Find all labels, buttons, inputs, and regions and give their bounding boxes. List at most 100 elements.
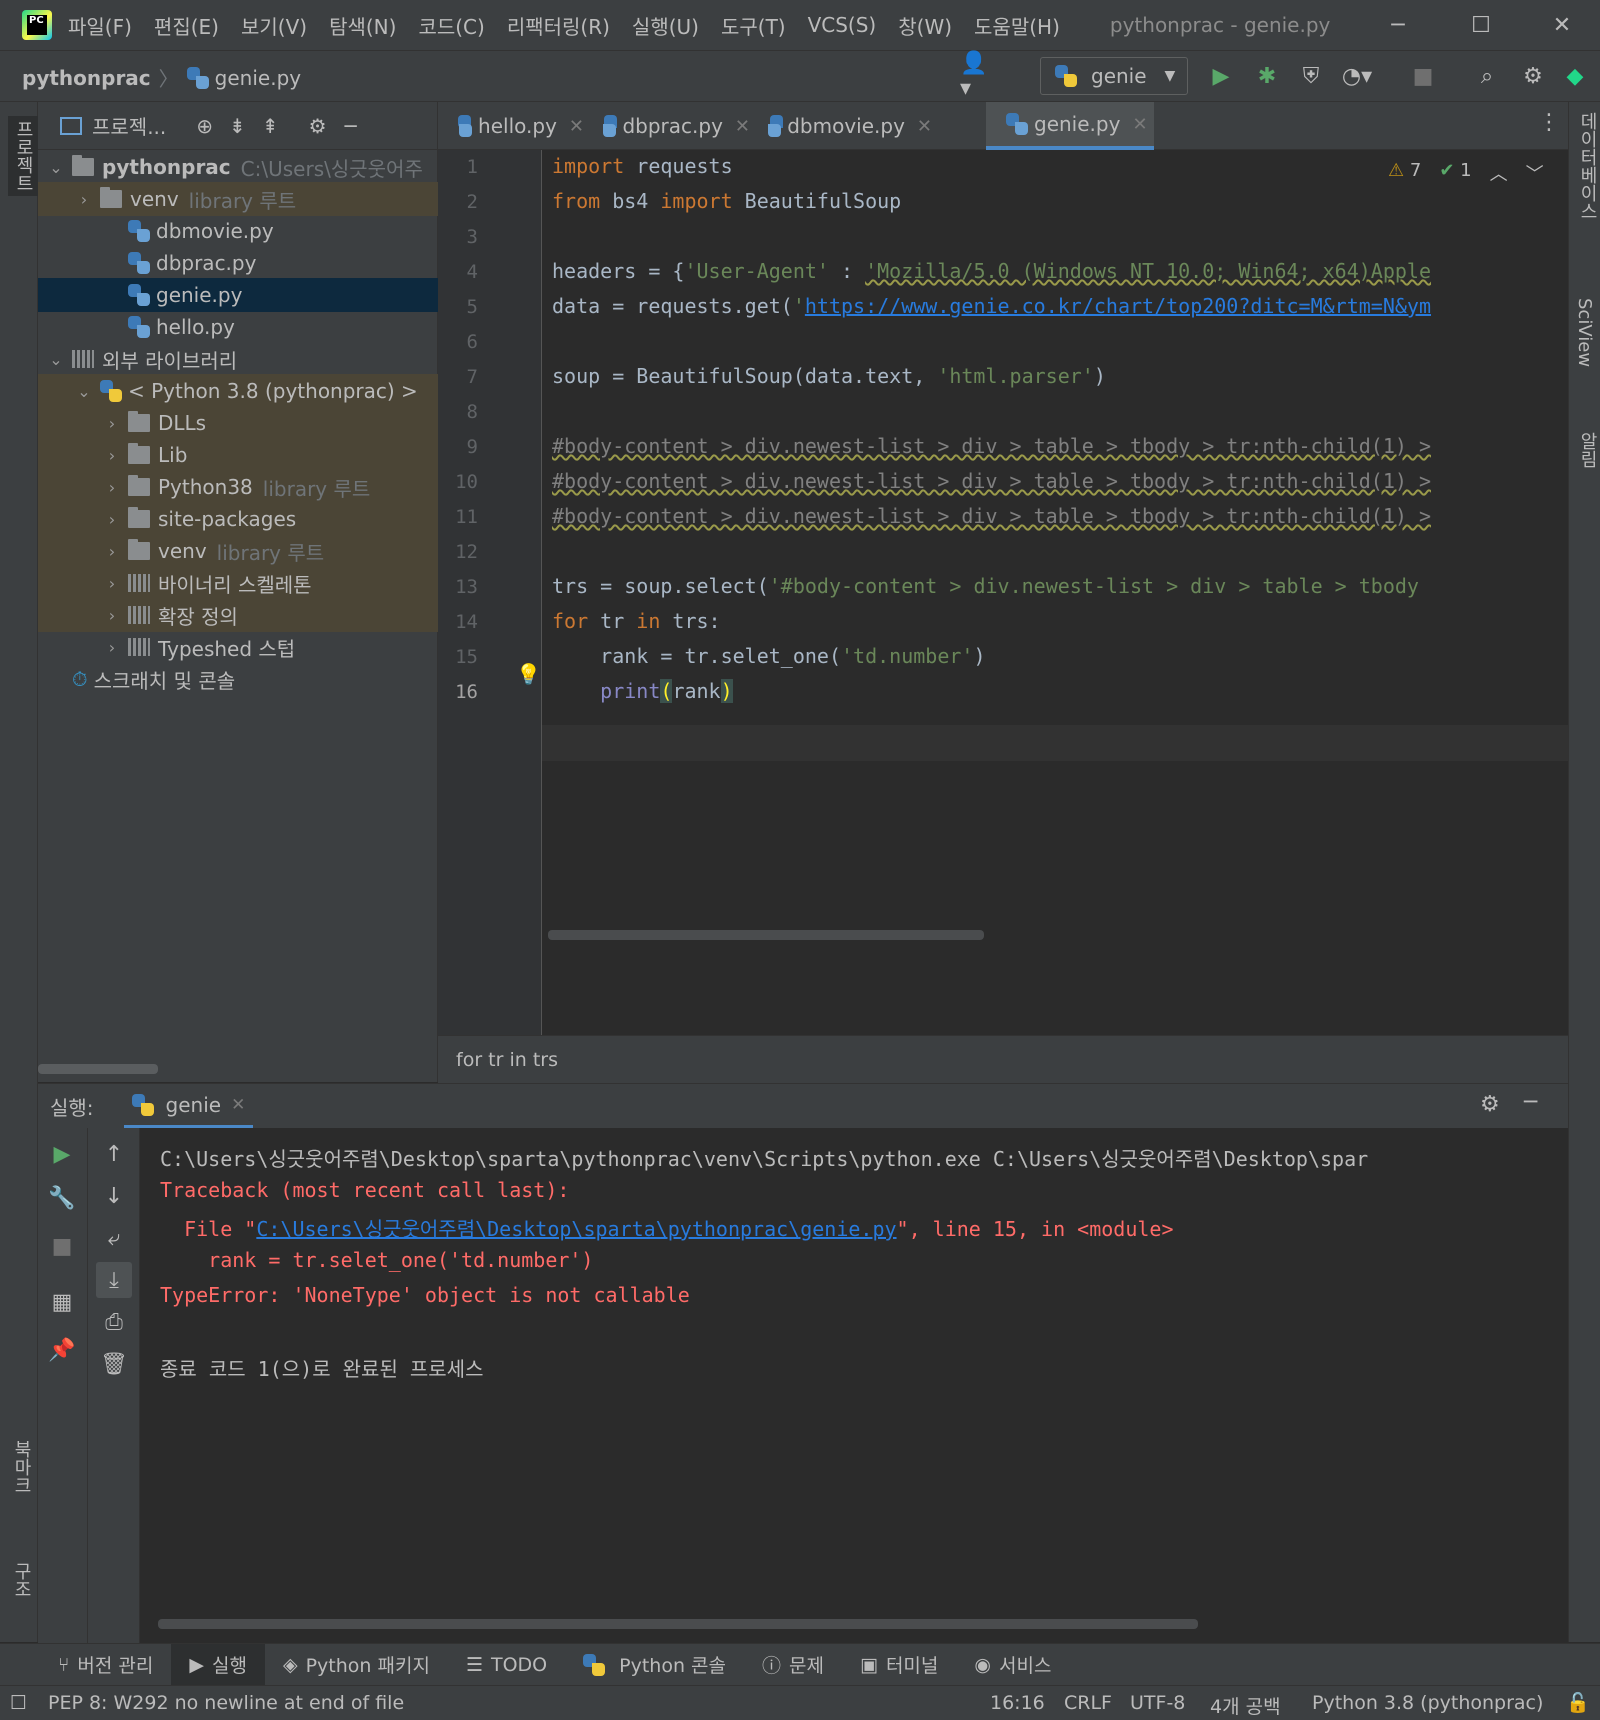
tree-item[interactable]: › Typeshed 스텁 [38,630,438,664]
weak-warning-count[interactable]: ✔ 1 [1439,160,1471,186]
jetbrains-gateway-icon[interactable]: ◆ [1560,61,1590,91]
gear-icon[interactable]: ⚙ [1480,1092,1500,1117]
menu-help[interactable]: 도움말(H) [974,11,1060,40]
menu-view[interactable]: 보기(V) [241,11,307,40]
editor-horizontal-scrollbar[interactable] [548,930,984,940]
chevron-right-icon[interactable]: › [102,606,122,625]
more-tabs-icon[interactable]: ⋮ [1538,110,1560,135]
menu-tools[interactable]: 도구(T) [721,11,786,40]
horizontal-scrollbar[interactable] [38,1064,158,1074]
cursor-position[interactable]: 16:16 [990,1692,1045,1714]
next-problem-icon[interactable]: ﹀ [1526,160,1544,186]
print-icon[interactable]: ⎙ [96,1304,132,1340]
problems-tool-button[interactable]: ⓘ 문제 [744,1644,842,1686]
tree-item[interactable]: ⌄ 외부 라이브러리 [38,342,438,376]
inspection-widget[interactable]: ⚠ 7 ✔ 1 ︿ ﹀ [1388,160,1544,186]
close-tab-icon[interactable]: ✕ [231,1095,245,1115]
expand-all-icon[interactable]: ⇟ [229,114,246,138]
project-panel-title[interactable]: 프로젝... [92,111,166,140]
pycharm-logo-icon[interactable]: PC [22,10,52,40]
chevron-right-icon[interactable]: › [102,574,122,593]
menu-vcs[interactable]: VCS(S) [808,13,877,37]
close-tab-icon[interactable]: ✕ [1132,114,1147,135]
chevron-right-icon[interactable]: › [102,446,122,465]
chevron-down-icon[interactable]: ⌄ [46,350,66,369]
project-tool-button[interactable]: 프로젝트 [8,116,38,196]
menu-run[interactable]: 실행(U) [632,11,699,40]
tree-item[interactable]: ⌄ pythonprac C:\Users\싱긋웃어주 [38,150,438,184]
run-configuration-selector[interactable]: genie ▼ [1040,57,1188,95]
editor-breadcrumb[interactable]: for tr in trs [438,1035,1568,1083]
tree-item[interactable]: › Python38 library 루트 [38,470,438,504]
tab-genie-py[interactable]: genie.py ✕ [986,102,1154,150]
chevron-right-icon[interactable]: › [102,510,122,529]
tab-dbprac-py[interactable]: dbprac.py ✕ [584,102,750,150]
code-editor[interactable]: 1 2 3 4 5 6 7 8 9 10 11 12 13 14 15 16 ⚠ 7 ✔ 1 ︿ ﹀ impo… [438,150,1568,1035]
hide-panel-icon[interactable]: ─ [345,114,357,138]
hide-panel-icon[interactable]: ─ [1524,1090,1537,1115]
down-arrow-icon[interactable]: ↓ [96,1178,132,1214]
coverage-icon[interactable]: ⛨ [1296,61,1326,91]
maximize-icon[interactable]: ☐ [1456,0,1506,50]
close-tab-icon[interactable]: ✕ [735,116,750,137]
close-icon[interactable]: ✕ [1537,0,1587,50]
tree-item[interactable]: hello.py [38,310,438,344]
breadcrumb-scope[interactable]: for tr in trs [456,1049,558,1071]
menu-code[interactable]: 코드(C) [418,11,484,40]
tree-item[interactable]: › 바이너리 스켈레톤 [38,566,438,600]
menu-file[interactable]: 파일(F) [68,11,132,40]
trash-icon[interactable]: 🗑 [96,1346,132,1382]
breadcrumb-file[interactable]: genie.py [215,66,301,90]
python-console-tool-button[interactable]: Python 콘솔 [565,1644,744,1686]
close-tab-icon[interactable]: ✕ [569,116,584,137]
chevron-right-icon[interactable]: › [102,542,122,561]
rerun-icon[interactable]: ▶ [44,1136,80,1172]
run-tool-button[interactable]: ▶ 실행 [171,1643,265,1686]
user-icon[interactable]: 👤▾ [960,51,990,101]
menu-navigate[interactable]: 탐색(N) [329,11,396,40]
profile-icon[interactable]: ◔▾ [1342,61,1372,91]
tree-item[interactable]: ⌄ < Python 3.8 (pythonprac) > [38,374,438,408]
minimize-icon[interactable]: ─ [1373,0,1423,50]
python-interpreter[interactable]: Python 3.8 (pythonprac) [1312,1692,1543,1714]
menu-refactor[interactable]: 리팩터링(R) [507,11,610,40]
stop-icon[interactable]: ■ [1408,61,1438,91]
tree-item[interactable]: › DLLs [38,406,438,440]
tree-item[interactable]: › venv library 루트 [38,534,438,568]
close-tab-icon[interactable]: ✕ [917,116,932,137]
previous-problem-icon[interactable]: ︿ [1490,160,1508,186]
lightbulb-icon[interactable]: 💡 [516,662,541,686]
debug-icon[interactable]: ✱ [1252,61,1282,91]
warning-count[interactable]: ⚠ 7 [1388,160,1421,186]
version-control-tool-button[interactable]: ⑂ 버전 관리 [40,1644,171,1686]
structure-tool-button[interactable]: 구조 [8,1562,34,1598]
sciview-tool-button[interactable]: SciView [1574,298,1595,367]
wrench-icon[interactable]: 🔧 [44,1180,80,1216]
tree-item[interactable]: › 확장 정의 [38,598,438,632]
pin-icon[interactable]: 📌 [44,1332,80,1368]
file-encoding[interactable]: UTF-8 [1130,1692,1185,1714]
tab-hello-py[interactable]: hello.py ✕ [438,102,584,150]
tree-item[interactable]: › site-packages [38,502,438,536]
scroll-to-end-icon[interactable]: ⤓ [96,1262,132,1298]
terminal-tool-button[interactable]: ▣ 터미널 [842,1644,956,1686]
gear-icon[interactable]: ⚙ [1518,61,1548,91]
tab-dbmovie-py[interactable]: dbmovie.py ✕ [750,102,932,150]
soft-wrap-icon[interactable]: ⤶ [96,1220,132,1256]
console-file-link[interactable]: C:\Users\싱긋웃어주렴\Desktop\sparta\pythonpra… [256,1217,896,1241]
tree-item[interactable]: › Lib [38,438,438,472]
console-horizontal-scrollbar[interactable] [158,1619,1198,1629]
run-tab-genie[interactable]: genie ✕ [123,1084,254,1128]
indent-setting[interactable]: 4개 공백 [1210,1692,1281,1719]
database-tool-button[interactable]: 데이터베이스 [1574,112,1600,220]
breadcrumb-project[interactable]: pythonprac [22,66,151,90]
menu-edit[interactable]: 편집(E) [154,11,219,40]
gear-icon[interactable]: ⚙ [309,114,327,138]
chevron-right-icon[interactable]: › [74,190,94,209]
line-separator[interactable]: CRLF [1064,1692,1112,1714]
lock-icon[interactable]: 🔓 [1566,1691,1590,1714]
python-packages-tool-button[interactable]: ◈ Python 패키지 [265,1644,448,1686]
layout-icon[interactable]: ▦ [44,1284,80,1320]
todo-tool-button[interactable]: ☰ TODO [448,1644,565,1686]
chevron-down-icon[interactable]: ⌄ [74,382,94,401]
